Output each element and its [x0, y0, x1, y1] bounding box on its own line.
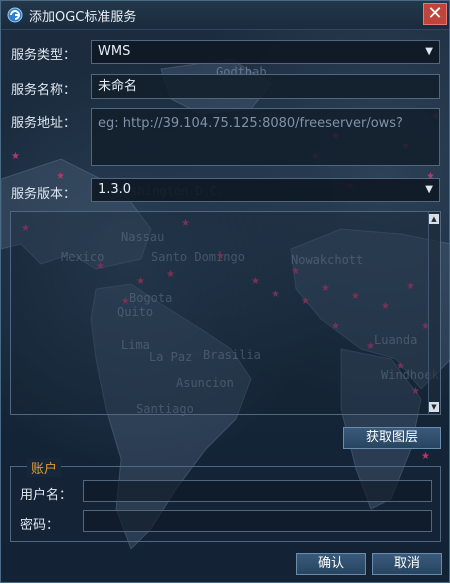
dropdown-arrow-icon: ▼	[425, 184, 433, 195]
close-icon: ✕	[427, 3, 443, 24]
account-legend: 账户	[27, 458, 62, 477]
service-type-label: 服务类型：	[11, 48, 77, 63]
svg-text:★: ★	[56, 171, 65, 182]
service-name-value: 未命名	[98, 79, 138, 94]
scroll-up-icon[interactable]: ▲	[429, 214, 439, 224]
ok-button[interactable]: 确认	[296, 553, 366, 575]
service-type-select[interactable]: WMS ▼	[91, 40, 440, 64]
service-name-label: 服务名称：	[11, 83, 77, 98]
title-bar[interactable]: 添加OGC标准服务 ✕	[1, 1, 449, 30]
close-button[interactable]: ✕	[423, 3, 447, 25]
svg-text:★: ★	[11, 151, 20, 162]
service-type-value: WMS	[98, 44, 131, 59]
layer-list-scrollbar[interactable]: ▲ ▼	[428, 212, 440, 414]
service-version-select[interactable]: 1.3.0 ▼	[91, 178, 440, 202]
service-url-textarea[interactable]: eg: http://39.104.75.125:8080/freeserver…	[91, 108, 440, 166]
password-input[interactable]	[83, 510, 432, 532]
password-label: 密码：	[20, 518, 60, 533]
layer-list[interactable]: ▲ ▼	[10, 211, 441, 415]
account-group: 账户 用户名： 密码：	[10, 458, 441, 542]
scroll-down-icon[interactable]: ▼	[429, 402, 439, 412]
service-url-placeholder: eg: http://39.104.75.125:8080/freeserver…	[98, 116, 403, 131]
dropdown-arrow-icon: ▼	[425, 46, 433, 57]
username-label: 用户名：	[20, 488, 73, 503]
service-name-input[interactable]: 未命名	[91, 74, 440, 99]
app-logo-icon	[7, 7, 23, 23]
service-version-label: 服务版本：	[11, 187, 77, 202]
cancel-button[interactable]: 取消	[372, 553, 442, 575]
service-version-value: 1.3.0	[98, 182, 132, 197]
window-title: 添加OGC标准服务	[29, 10, 137, 25]
add-ogc-service-dialog: Godthab Washington D.C. Nassau Mexico Sa…	[0, 0, 450, 583]
svg-text:★: ★	[421, 451, 430, 462]
service-url-label: 服务地址：	[11, 116, 77, 131]
get-layers-button[interactable]: 获取图层	[343, 427, 441, 449]
username-input[interactable]	[83, 480, 432, 502]
